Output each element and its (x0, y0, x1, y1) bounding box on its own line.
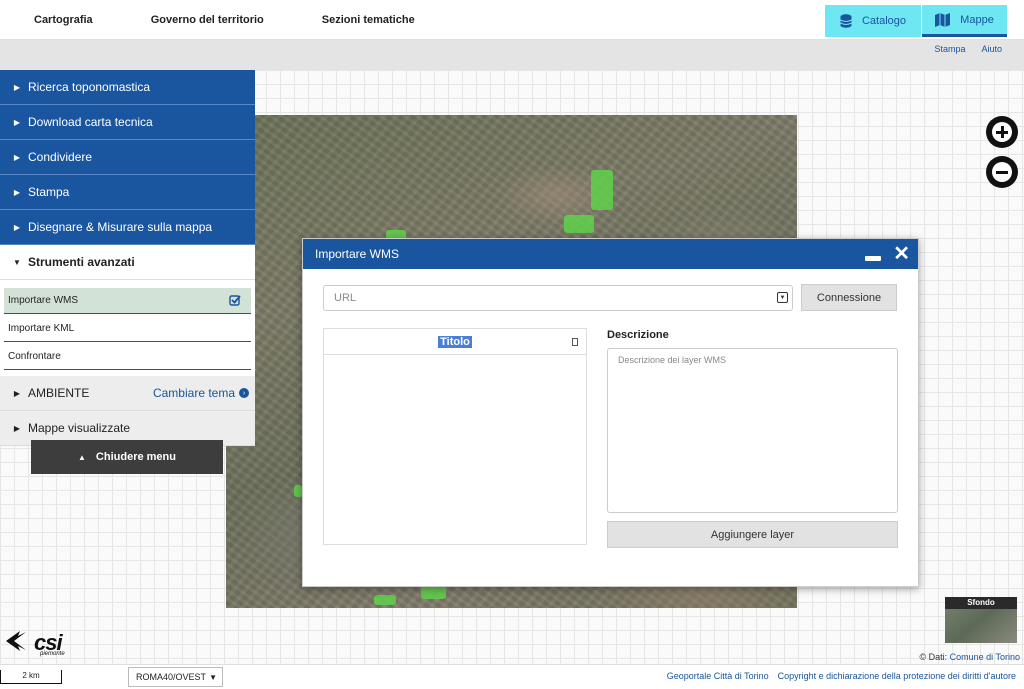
menu-ambiente[interactable]: ▶ AMBIENTE Cambiare tema › (0, 376, 255, 411)
layer-list[interactable]: Titolo (323, 328, 587, 545)
catalogo-button[interactable]: Catalogo (825, 5, 921, 37)
url-placeholder: URL (334, 292, 357, 304)
menu-download-carta-tecnica[interactable]: ▶ Download carta tecnica (0, 105, 255, 140)
catalogo-label: Catalogo (861, 15, 907, 27)
advanced-tools-list: Importare WMS Importare KML Confrontare (0, 280, 255, 376)
credits-link[interactable]: Comune di Torino (950, 652, 1020, 662)
add-layer-button[interactable]: Aggiungere layer (607, 521, 898, 548)
nav-sezioni-tematiche[interactable]: Sezioni tematiche (322, 14, 415, 26)
caret-down-icon: ▼ (13, 257, 21, 267)
menu-ricerca-toponomastica[interactable]: ▶ Ricerca toponomastica (0, 70, 255, 105)
footer: 2 km ROMA40/OVEST ▼ Geoportale Città di … (0, 664, 1024, 689)
top-nav: Cartografia Governo del territorio Sezio… (14, 0, 453, 40)
minimize-icon[interactable] (865, 256, 881, 261)
caret-right-icon: ▶ (13, 152, 21, 162)
add-layer-label: Aggiungere layer (710, 528, 795, 541)
dialog-title: Importare WMS (315, 247, 400, 261)
menu-disegnare-misurare[interactable]: ▶ Disegnare & Misurare sulla mappa (0, 210, 255, 245)
credits-prefix: © Dati: (919, 652, 948, 662)
description-textarea[interactable]: Descrizione dei layer WMS (607, 348, 898, 513)
projection-select[interactable]: ROMA40/OVEST ▼ (128, 667, 223, 687)
nav-cartografia[interactable]: Cartografia (34, 14, 93, 26)
dialog-header: Importare WMS ✕ (303, 239, 918, 269)
menu-label: Download carta tecnica (28, 115, 153, 129)
menu-label: Condividere (28, 150, 93, 164)
projection-value: ROMA40/OVEST (136, 672, 207, 682)
column-title[interactable]: Titolo (438, 335, 472, 348)
subitem-label: Importare WMS (8, 295, 79, 306)
minus-icon (992, 162, 1012, 182)
import-wms-dialog: Importare WMS ✕ URL ▼ Connessione Titolo… (302, 238, 919, 587)
caret-right-icon: ▶ (13, 117, 21, 127)
menu-label: AMBIENTE (28, 386, 90, 400)
stampa-link[interactable]: Stampa (934, 44, 965, 54)
map-icon (935, 12, 951, 27)
checkbox-icon[interactable] (572, 338, 578, 346)
menu-strumenti-avanzati[interactable]: ▼ Strumenti avanzati (0, 245, 255, 280)
connect-button[interactable]: Connessione (801, 284, 897, 311)
geoportale-link[interactable]: Geoportale Città di Torino (667, 671, 769, 681)
subitem-label: Importare KML (8, 323, 75, 334)
check-square-icon (229, 295, 241, 306)
caret-right-icon: ▶ (13, 423, 21, 433)
top-bar: Cartografia Governo del territorio Sezio… (0, 0, 1024, 40)
layer-list-header: Titolo (324, 329, 586, 355)
chevron-right-circle-icon: › (239, 388, 249, 398)
connect-label: Connessione (816, 291, 882, 304)
basemap-switcher[interactable]: Sfondo (945, 597, 1017, 643)
subitem-importare-wms[interactable]: Importare WMS (4, 288, 251, 314)
menu-label: Disegnare & Misurare sulla mappa (28, 220, 213, 234)
url-input[interactable]: URL ▼ (323, 285, 793, 311)
mappe-label: Mappe (960, 13, 994, 26)
map-green-area (591, 170, 613, 210)
menu-label: Ricerca toponomastica (28, 80, 151, 94)
map-green-area (294, 485, 302, 497)
map-green-area (564, 215, 594, 233)
csi-logo-mark-icon (6, 631, 26, 651)
zoom-out-button[interactable] (986, 156, 1018, 188)
menu-label: Stampa (28, 185, 70, 199)
map-green-area (374, 595, 396, 605)
close-menu-button[interactable]: ▲ Chiudere menu (31, 440, 223, 474)
menu-label: Strumenti avanzati (28, 255, 135, 269)
subitem-confrontare[interactable]: Confrontare (4, 344, 251, 370)
subitem-importare-kml[interactable]: Importare KML (4, 316, 251, 342)
scale-bar: 2 km (0, 670, 62, 684)
map-credits: © Dati: Comune di Torino (919, 652, 1020, 662)
cambiare-tema-label: Cambiare tema (152, 386, 235, 400)
nav-governo-territorio[interactable]: Governo del territorio (151, 14, 264, 26)
caret-right-icon: ▶ (13, 82, 21, 92)
zoom-in-button[interactable] (986, 116, 1018, 148)
basemap-label: Sfondo (945, 597, 1017, 609)
menu-label: Mappe visualizzate (28, 421, 131, 435)
map-green-area (421, 585, 446, 599)
caret-right-icon: ▶ (13, 222, 21, 232)
description-placeholder: Descrizione dei layer WMS (618, 355, 727, 365)
dropdown-icon[interactable]: ▼ (777, 292, 788, 303)
aiuto-link[interactable]: Aiuto (981, 44, 1002, 54)
sub-bar: Stampa Aiuto (0, 40, 1024, 70)
csi-logo: csi piemonte (4, 628, 65, 657)
caret-up-icon: ▲ (78, 452, 86, 462)
menu-stampa[interactable]: ▶ Stampa (0, 175, 255, 210)
chevron-down-icon: ▼ (209, 672, 217, 682)
logo-subtext: piemonte (40, 651, 65, 657)
copyright-link[interactable]: Copyright e dichiarazione della protezio… (778, 671, 1016, 681)
caret-right-icon: ▶ (13, 187, 21, 197)
subitem-label: Confrontare (8, 351, 61, 362)
database-icon (840, 14, 852, 28)
caret-right-icon: ▶ (13, 388, 21, 398)
mappe-button[interactable]: Mappe (922, 5, 1007, 37)
plus-icon (992, 122, 1012, 142)
close-menu-label: Chiudere menu (95, 451, 176, 463)
menu-condividere[interactable]: ▶ Condividere (0, 140, 255, 175)
side-panel: ▶ Ricerca toponomastica ▶ Download carta t… (0, 70, 255, 446)
close-icon[interactable]: ✕ (893, 244, 910, 264)
cambiare-tema-link[interactable]: Cambiare tema › (153, 386, 249, 400)
description-label: Descrizione (607, 329, 669, 341)
